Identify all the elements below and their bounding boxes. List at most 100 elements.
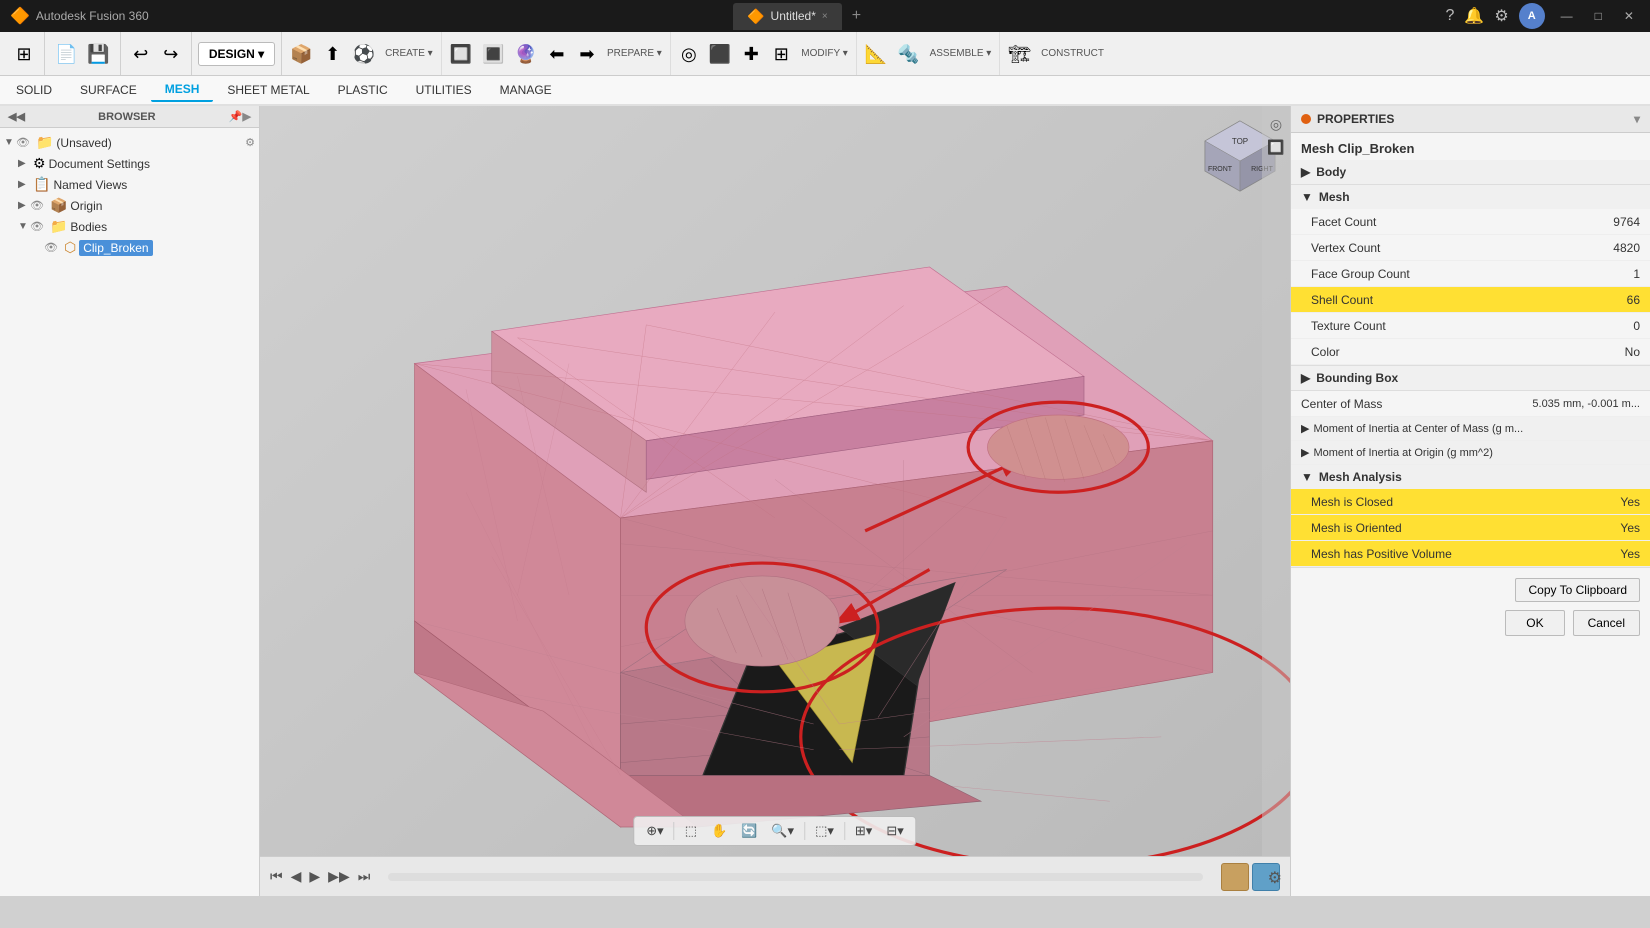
timeline-item-1[interactable]: [1221, 863, 1249, 891]
tree-arrow-bodies[interactable]: ▼: [18, 221, 30, 232]
mesh-section-label: Mesh: [1319, 190, 1350, 204]
help-icon[interactable]: ?: [1446, 7, 1455, 25]
modify-dropdown-btn[interactable]: MODIFY ▾: [797, 46, 852, 61]
maximize-btn[interactable]: □: [1589, 7, 1608, 25]
timeline-track[interactable]: [388, 873, 1203, 881]
create-dropdown-btn[interactable]: CREATE ▾: [381, 46, 437, 61]
sphere-icon: ⚽: [353, 45, 375, 63]
browser-pin-btn[interactable]: 📌: [229, 110, 243, 123]
new-btn[interactable]: 📄: [51, 43, 81, 65]
tl-next-btn[interactable]: ▶▶: [328, 868, 350, 885]
undo-btn[interactable]: ↩: [127, 43, 155, 65]
tab-close-btn[interactable]: ×: [822, 11, 828, 22]
section-bb-header[interactable]: ▶ Bounding Box: [1291, 366, 1650, 390]
ok-btn[interactable]: OK: [1505, 610, 1564, 636]
menu-item-utilities[interactable]: UTILITIES: [402, 79, 486, 101]
eye-icon-bodies[interactable]: 👁: [30, 220, 44, 233]
vt-orbit-btn[interactable]: 🔄: [735, 820, 763, 842]
tree-item-namedviews[interactable]: ▶ 📋 Named Views: [0, 174, 259, 195]
section-body-header[interactable]: ▶ Body: [1291, 160, 1650, 184]
eye-icon-clipbroken[interactable]: 👁: [44, 241, 58, 254]
assemble2-btn[interactable]: 🔩: [893, 43, 923, 65]
minimize-btn[interactable]: —: [1555, 7, 1579, 25]
menu-item-surface[interactable]: SURFACE: [66, 79, 151, 101]
moment-inertia-cm-row[interactable]: ▶ Moment of Inertia at Center of Mass (g…: [1291, 417, 1650, 441]
design-dropdown-btn[interactable]: DESIGN ▾: [198, 42, 275, 66]
prepare4-btn[interactable]: ⬅: [543, 43, 571, 65]
add-tab-btn[interactable]: +: [852, 7, 861, 25]
tl-prev-btn[interactable]: ◀: [291, 868, 302, 885]
viewport[interactable]: TOP FRONT RIGHT ◎ 🔲 ⊕▾ ⬚ ✋ 🔄 🔍▾ ⬚▾ ⊞▾ ⊟▾: [260, 106, 1290, 896]
grid-menu-btn[interactable]: ⊞: [10, 43, 38, 65]
new-icon: 📄: [55, 45, 77, 63]
prepare2-btn[interactable]: 🔳: [478, 43, 508, 65]
vt-display-btn[interactable]: ⊟▾: [880, 820, 909, 842]
root-settings-icon[interactable]: ⚙: [245, 136, 255, 149]
prepare5-btn[interactable]: ➡: [573, 43, 601, 65]
menu-item-plastic[interactable]: PLASTIC: [324, 79, 402, 101]
menu-item-mesh[interactable]: MESH: [151, 78, 214, 102]
tl-first-btn[interactable]: ⏮: [270, 868, 283, 885]
menu-item-solid[interactable]: SOLID: [2, 79, 66, 101]
assemble1-btn[interactable]: 📐: [861, 43, 891, 65]
tree-item-clipbroken[interactable]: 👁 ⬡ Clip_Broken: [0, 237, 259, 258]
title-bar: 🔶 Autodesk Fusion 360 🔶 Untitled* × + ? …: [0, 0, 1650, 32]
sphere-btn[interactable]: ⚽: [349, 43, 379, 65]
footer-buttons: OK Cancel: [1301, 610, 1640, 636]
cancel-btn[interactable]: Cancel: [1573, 610, 1640, 636]
rs-icon-1[interactable]: ◎: [1270, 116, 1282, 133]
copy-to-clipboard-btn[interactable]: Copy To Clipboard: [1515, 578, 1640, 602]
menu-item-manage[interactable]: MANAGE: [486, 79, 566, 101]
construct1-btn[interactable]: 🏗: [1004, 43, 1035, 65]
moment-inertia-origin-row[interactable]: ▶ Moment of Inertia at Origin (g mm^2): [1291, 441, 1650, 465]
mod3-btn[interactable]: ✚: [737, 43, 765, 65]
assemble-dropdown-btn[interactable]: ASSEMBLE ▾: [926, 46, 996, 61]
document-tab[interactable]: 🔶 Untitled* ×: [733, 3, 842, 30]
section-mesh-header[interactable]: ▼ Mesh: [1291, 185, 1650, 209]
vt-view-btn[interactable]: ⬚▾: [809, 820, 840, 842]
tree-arrow-root[interactable]: ▼: [4, 137, 16, 148]
tree-item-origin[interactable]: ▶ 👁 📦 Origin: [0, 195, 259, 216]
mod2-btn[interactable]: ⬛: [705, 43, 735, 65]
tree-item-root[interactable]: ▼ 👁 📁 (Unsaved) ⚙: [0, 132, 259, 153]
prepare1-btn[interactable]: 🔲: [446, 43, 476, 65]
extrude-btn[interactable]: ⬆: [319, 43, 347, 65]
section-ma-header[interactable]: ▼ Mesh Analysis: [1291, 465, 1650, 489]
construct-label[interactable]: CONSTRUCT: [1037, 46, 1108, 61]
menu-item-sheetmetal[interactable]: SHEET METAL: [213, 79, 323, 101]
tree-item-bodies[interactable]: ▼ 👁 📁 Bodies: [0, 216, 259, 237]
vt-grid-btn[interactable]: ⊞▾: [849, 820, 878, 842]
notification-icon[interactable]: 🔔: [1464, 6, 1484, 26]
save-btn[interactable]: 💾: [83, 43, 113, 65]
tree-arrow-namedviews[interactable]: ▶: [18, 179, 30, 190]
browser-expand-btn[interactable]: ▶: [243, 110, 251, 123]
close-btn[interactable]: ✕: [1618, 7, 1640, 25]
tree-arrow-docsettings[interactable]: ▶: [18, 158, 30, 169]
mesh-section-arrow: ▼: [1301, 190, 1313, 204]
vt-pan-btn[interactable]: ✋: [705, 820, 733, 842]
vt-zoom-btn[interactable]: 🔍▾: [765, 820, 800, 842]
rs-icon-2[interactable]: 🔲: [1267, 139, 1284, 156]
tl-last-btn[interactable]: ⏭: [358, 868, 371, 885]
mod1-btn[interactable]: ◎: [675, 43, 703, 65]
eye-icon-origin[interactable]: 👁: [30, 199, 44, 212]
avatar[interactable]: A: [1519, 3, 1545, 29]
workspace-toolbar-area: 📦 ⬆ ⚽ CREATE ▾ 🔲 🔳 🔮 ⬅ ➡ PREPARE ▾ ◎ ⬛ ✚…: [282, 32, 1646, 75]
redo-btn[interactable]: ↪: [157, 43, 185, 65]
timeline-settings-btn[interactable]: ⚙: [1268, 868, 1282, 888]
tree-item-docsettings[interactable]: ▶ ⚙ Document Settings: [0, 153, 259, 174]
account-icon[interactable]: ⚙: [1494, 6, 1508, 26]
tree-arrow-origin[interactable]: ▶: [18, 200, 30, 211]
eye-icon-root[interactable]: 👁: [16, 136, 30, 149]
collapse-browser-btn[interactable]: ◀◀: [8, 110, 25, 123]
vt-fit-btn[interactable]: ⬚: [679, 820, 703, 842]
properties-collapse-btn[interactable]: ▾: [1634, 112, 1640, 126]
texture-count-key: Texture Count: [1311, 319, 1560, 333]
prepare3-btn[interactable]: 🔮: [511, 43, 541, 65]
vt-select-btn[interactable]: ⊕▾: [640, 820, 669, 842]
create-body-btn[interactable]: 📦: [286, 43, 316, 65]
tl-play-btn[interactable]: ▶: [309, 868, 320, 885]
mod4-btn[interactable]: ⊞: [767, 43, 795, 65]
properties-dot: [1301, 114, 1311, 124]
prepare-dropdown-btn[interactable]: PREPARE ▾: [603, 46, 666, 61]
